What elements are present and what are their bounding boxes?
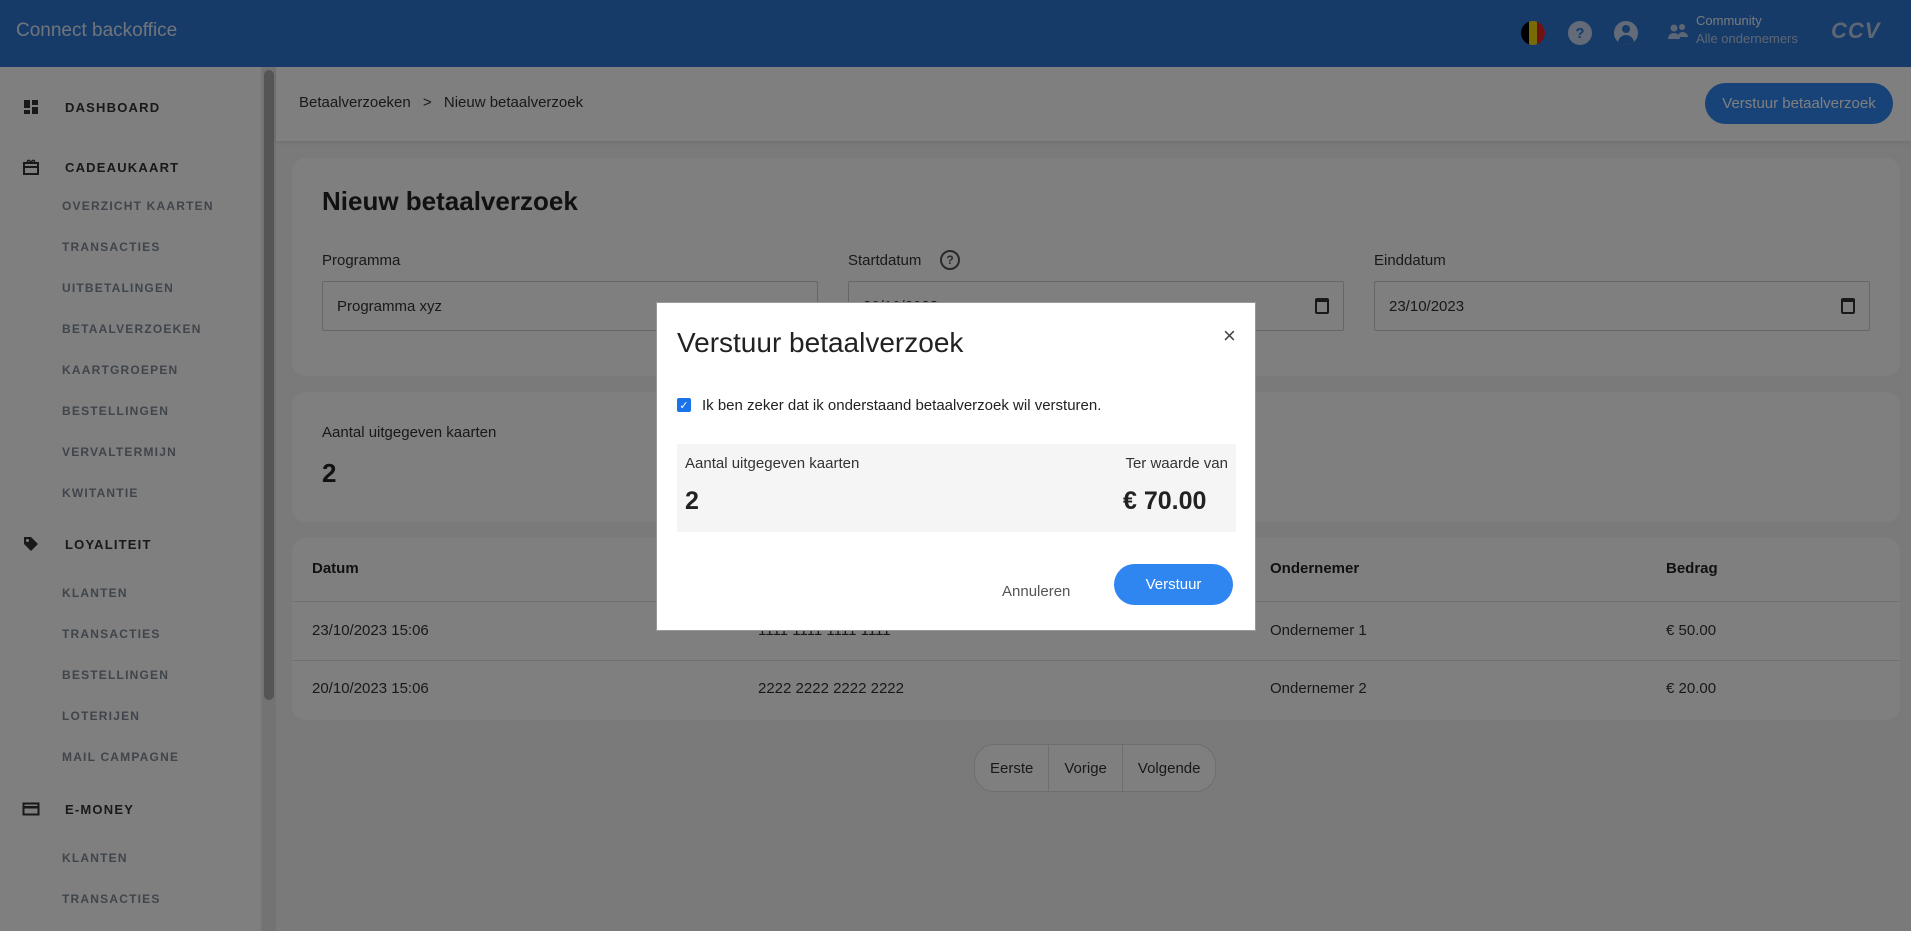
submit-button[interactable]: Verstuur — [1114, 564, 1233, 605]
close-icon[interactable]: × — [1223, 323, 1236, 349]
summary-box: Aantal uitgegeven kaarten 2 Ter waarde v… — [677, 444, 1236, 532]
summary-count-label: Aantal uitgegeven kaarten — [685, 455, 860, 472]
cancel-button[interactable]: Annuleren — [1002, 583, 1070, 600]
confirm-checkbox[interactable]: ✓ — [677, 398, 691, 412]
summary-count-value: 2 — [685, 487, 699, 515]
summary-value-amount: € 70.00 — [1123, 487, 1207, 515]
confirm-checkbox-label[interactable]: Ik ben zeker dat ik onderstaand betaalve… — [702, 397, 1101, 414]
summary-value-label: Ter waarde van — [1125, 455, 1228, 472]
confirm-modal: Verstuur betaalverzoek × ✓ Ik ben zeker … — [656, 302, 1256, 631]
modal-title: Verstuur betaalverzoek — [677, 327, 964, 358]
